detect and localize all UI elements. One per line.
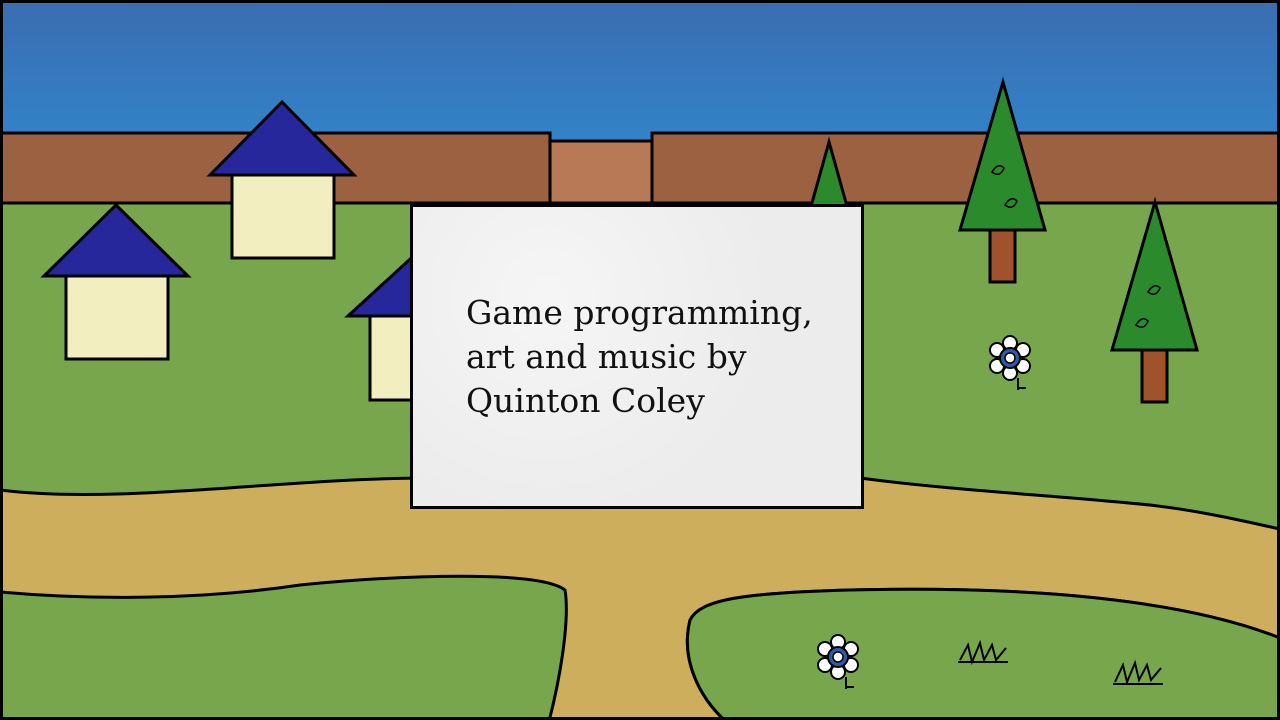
credits-line: Quinton Coley [466, 381, 705, 420]
credits-line: art and music by [466, 337, 747, 376]
back-wall [0, 131, 1280, 207]
credits-text: Game programming, art and music by Quint… [466, 291, 846, 423]
credits-line: Game programming, [466, 293, 813, 332]
credits-dialog[interactable]: Game programming, art and music by Quint… [410, 204, 864, 509]
